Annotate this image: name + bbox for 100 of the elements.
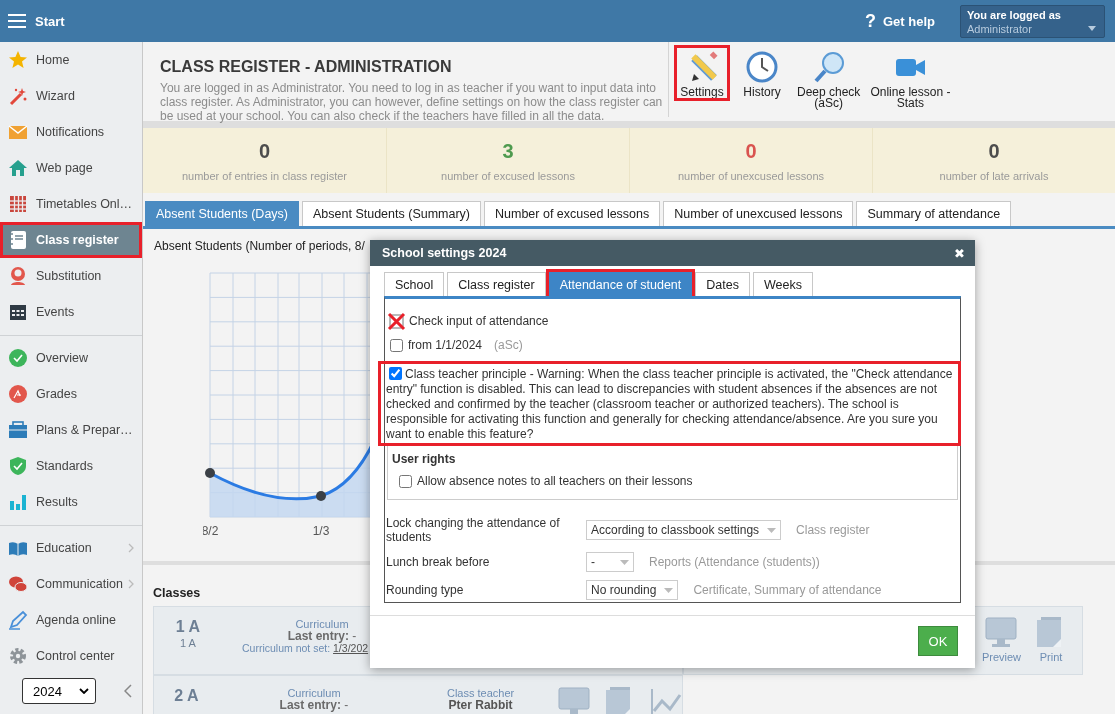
caret-icon [79,688,89,694]
calendar-icon [8,194,28,214]
curriculum-note: Curriculum not set: 1/3/202 [242,642,369,654]
curriculum-label: Curriculum [287,687,341,699]
user-menu[interactable]: You are logged as Administrator [960,4,1105,38]
notebook-icon [8,230,28,250]
select-field[interactable]: According to classbook settings [586,520,782,540]
sidebar-item[interactable]: Class register [0,222,142,258]
checkbox-label[interactable]: Check input of attendance [390,311,549,331]
bar-chart-icon [8,492,28,512]
sidebar-item[interactable]: Education [0,530,142,566]
section-title: Classes [153,586,201,600]
setting-label: Rounding type [385,583,465,597]
caret-icon [620,559,629,565]
sidebar-item[interactable]: Events [0,294,142,330]
year-select[interactable]: 2024 [22,678,96,704]
option-note: (aSc) [494,338,523,352]
sidebar-item[interactable]: Home [0,42,142,78]
setting-note: Reports (Attendance (students)) [649,555,820,569]
chart-title: Absent Students (Number of periods, 8/ [154,239,365,253]
shield-icon [8,456,28,476]
tab[interactable]: Absent Students (Days) [145,201,299,226]
caret-icon [664,587,674,593]
help-link[interactable]: Get help [883,13,935,29]
star-icon [8,50,28,70]
tab[interactable]: Number of unexcused lessons [663,201,854,226]
group-title: User rights [392,452,456,466]
class-name: 1 A [175,618,201,636]
pen-icon [8,610,28,630]
page-description: You are logged in as Administrator. You need to log in as teacher if you want to input data into class register. As Administrator, you can however, define settings on how the class register can be used at your school. You can also check if the teachers have filled in all the data. [160,81,664,123]
help-icon[interactable]: ? [865,10,876,32]
close-button[interactable]: ✖ [954,245,965,261]
class-code: 1 A [180,637,196,649]
tab[interactable]: Class register [447,272,546,296]
sidebar-item[interactable]: Overview [0,340,142,376]
line-chart-icon [650,687,682,714]
setting-note: Class register [796,523,870,537]
circle-icon [8,384,28,404]
checkbox[interactable] [389,367,402,380]
checkbox[interactable] [390,338,403,352]
wand-icon [8,86,28,106]
toolbar-button[interactable]: Online lesson - Stats [867,45,954,112]
sidebar-item[interactable]: Timetables Onl… [0,186,142,222]
calendar-icon [8,302,28,322]
tab[interactable]: School [384,272,445,296]
checkbox-label[interactable]: Allow absence notes to all teachers on their lessons [392,474,693,488]
tab[interactable]: Summary of attendance [856,201,1012,226]
sidebar-item[interactable]: Notifications [0,114,142,150]
stat-label: number of late arrivals [939,169,1049,182]
setting-label: Lock changing the attendance of students [385,516,561,544]
stat-label: number of unexcused lessons [677,169,825,182]
page-title: CLASS REGISTER - ADMINISTRATION [160,58,453,76]
toolbar-button[interactable]: Settings [674,45,730,101]
check-circle-icon [8,348,28,368]
select-field[interactable]: No rounding [586,580,679,600]
stat-label: number of excused lessons [441,169,575,182]
tab[interactable]: Attendance of student [548,272,693,296]
sidebar-item[interactable]: Communication [0,566,142,602]
briefcase-icon [8,420,28,440]
monitor-icon [985,617,1018,649]
checkbox-label[interactable]: from 1/1/2024 [390,338,483,352]
setting-label: Lunch break before [385,555,491,569]
sidebar-item[interactable]: Results [0,484,142,520]
app-title: Start [35,13,65,29]
sidebar-item[interactable]: Control center [0,638,142,674]
axis-label: 8/2 [203,524,219,538]
clock-icon [746,51,778,83]
tab[interactable]: Absent Students (Summary) [302,201,482,226]
chat-icon [8,574,28,594]
sidebar-item[interactable]: Plans & Prepar… [0,412,142,448]
stat-value: 3 [502,139,514,163]
sidebar-item[interactable]: Agenda online [0,602,142,638]
class-name: 2 A [174,687,199,705]
last-entry: Last entry: - [279,699,349,711]
sidebar-item[interactable]: Substitution [0,258,142,294]
chevron-icon [128,543,134,553]
sidebar-item[interactable]: Web page [0,150,142,186]
setting-note: Certificate, Summary of attendance [693,583,882,597]
sidebar-item[interactable]: Grades [0,376,142,412]
monitor-icon [558,687,590,714]
stat-label: number of entries in class register [181,169,348,182]
settings-icon [8,646,28,666]
caret-icon [1088,25,1096,31]
tab[interactable]: Dates [695,272,750,296]
chevron-icon [128,579,134,589]
checkbox[interactable] [399,474,412,488]
date-link[interactable]: 1/3/202 [333,642,369,654]
caret-icon [767,527,777,533]
warning-option[interactable]: Class teacher principle - Warning: When the class teacher principle is activated, the "Check attendance entry" function is disabled. This can lead to discrepancies with student absences if the absences are not checked and confirmed by the teacher (classroom teacher or authorized teachers). The school is responsible for activating this function and generally for checking attendance/absence. Are you sure you want to enable this feature? [378,361,961,446]
select-field[interactable]: - [586,552,634,572]
sidebar-item[interactable]: Wizard [0,78,142,114]
tab[interactable]: Weeks [752,272,813,296]
sidebar-item[interactable]: Standards [0,448,142,484]
last-entry: Last entry: - [287,630,357,642]
toolbar-button[interactable]: History [734,45,790,101]
axis-label: 1/3 [312,524,330,538]
crossed-checkbox-icon [387,311,406,331]
house-icon [8,158,28,178]
tab[interactable]: Number of excused lessons [484,201,661,226]
toolbar-button[interactable]: Deep check (aSc) [794,45,864,112]
